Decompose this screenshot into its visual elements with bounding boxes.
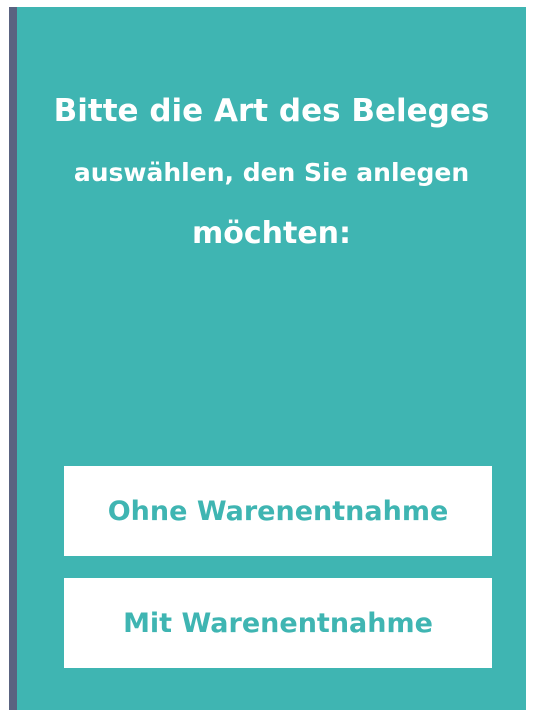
- with-goods-removal-label: Mit Warenentnahme: [123, 607, 433, 639]
- with-goods-removal-button[interactable]: Mit Warenentnahme: [64, 578, 492, 668]
- without-goods-removal-button[interactable]: Ohne Warenentnahme: [64, 466, 492, 556]
- left-accent-strip: [9, 7, 17, 710]
- instruction-line-3: möchten:: [191, 216, 352, 251]
- instruction-line-2: auswählen, den Sie anlegen: [73, 158, 470, 187]
- document-type-panel: Bitte die Art des Beleges auswählen, den…: [17, 7, 526, 710]
- instruction-line-1: Bitte die Art des Beleges: [53, 93, 490, 129]
- without-goods-removal-label: Ohne Warenentnahme: [107, 495, 449, 527]
- instruction-text: Bitte die Art des Beleges auswählen, den…: [17, 89, 526, 255]
- dialog-frame: Bitte die Art des Beleges auswählen, den…: [0, 0, 534, 710]
